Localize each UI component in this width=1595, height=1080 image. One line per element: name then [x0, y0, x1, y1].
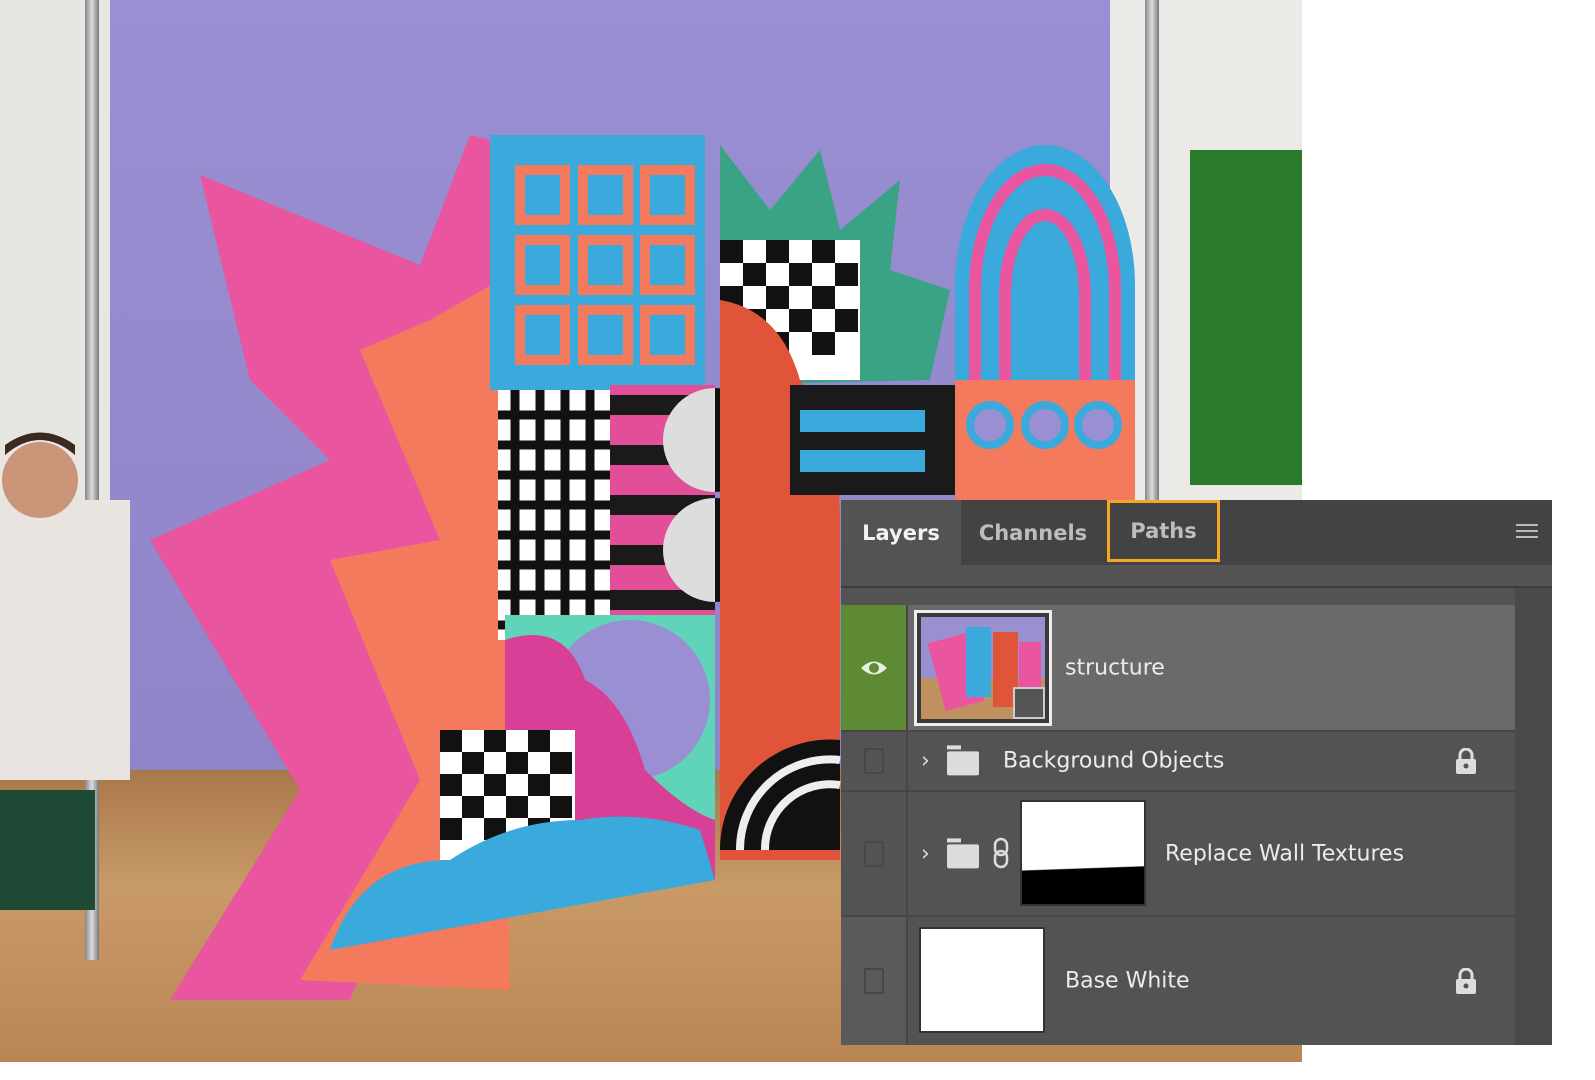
layer-thumbnail — [914, 610, 1052, 726]
folder-icon — [947, 837, 979, 868]
layers-panel: Layers Channels Paths structure › Backgr… — [841, 500, 1552, 1045]
layer-row-background-objects[interactable]: › Background Objects — [841, 732, 1515, 792]
layer-thumbnail — [919, 927, 1045, 1033]
smart-object-icon — [1013, 687, 1045, 719]
panel-tab-bar: Layers Channels Paths — [841, 500, 1552, 565]
folder-icon — [947, 745, 979, 776]
visibility-toggle[interactable] — [841, 792, 908, 915]
layer-name[interactable]: Replace Wall Textures — [1165, 841, 1404, 866]
visibility-toggle[interactable] — [841, 732, 908, 790]
scrollbar[interactable] — [1515, 588, 1552, 1045]
panel-menu-icon[interactable] — [1516, 524, 1538, 538]
layer-row-replace-wall-textures[interactable]: › Replace Wall Textures — [841, 792, 1515, 917]
divider — [841, 586, 1552, 588]
layer-row-structure[interactable]: structure — [841, 605, 1515, 732]
link-icon — [993, 837, 1009, 869]
layer-row-base-white[interactable]: Base White — [841, 917, 1515, 1045]
visibility-toggle[interactable] — [841, 605, 908, 730]
layer-name[interactable]: structure — [1065, 655, 1165, 680]
lock-icon — [1456, 748, 1476, 774]
tab-paths[interactable]: Paths — [1107, 500, 1220, 562]
tab-channels[interactable]: Channels — [963, 500, 1103, 565]
eye-icon — [860, 661, 887, 674]
lock-icon — [1456, 968, 1476, 994]
visibility-toggle[interactable] — [841, 917, 908, 1045]
chevron-right-icon[interactable]: › — [921, 841, 930, 866]
chevron-right-icon[interactable]: › — [921, 749, 930, 774]
tab-layers[interactable]: Layers — [841, 500, 961, 565]
layer-name[interactable]: Background Objects — [1003, 749, 1224, 774]
layer-name[interactable]: Base White — [1065, 969, 1190, 994]
layer-mask-thumbnail[interactable] — [1020, 800, 1146, 906]
